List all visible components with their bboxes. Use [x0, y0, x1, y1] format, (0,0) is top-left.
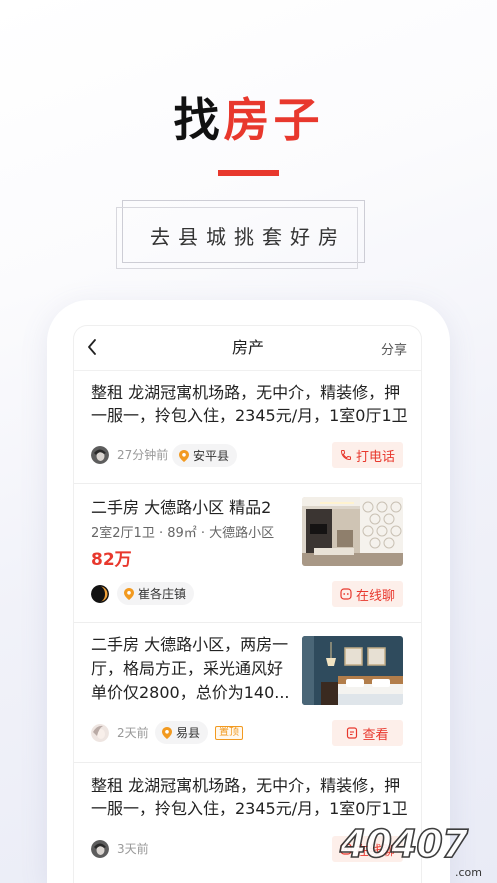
listing-text-line: 整租 龙湖冠寓机场路，无中介，精装修，押	[91, 776, 401, 795]
listing-title: 二手房 大德路小区 精品2	[91, 498, 272, 517]
post-time: 3天前	[117, 842, 149, 856]
hero-subtitle: 去县城挑套好房	[150, 225, 346, 249]
listing-card[interactable]: 二手房 大德路小区，两房一 厅，格局方正，采光通风好 单价仅2800，总价为14…	[74, 623, 421, 763]
pinned-badge: 置顶	[215, 726, 243, 740]
phone-icon	[340, 450, 351, 461]
hero-title-black: 找	[173, 93, 224, 147]
location-tag: 易县	[155, 721, 209, 744]
post-time: 27分钟前	[117, 448, 169, 462]
avatar[interactable]	[91, 446, 109, 464]
listing-photo[interactable]	[302, 497, 403, 566]
document-icon	[347, 727, 358, 739]
avatar[interactable]	[91, 840, 109, 858]
location-label: 安平县	[193, 449, 230, 463]
call-button[interactable]: 打电话	[332, 442, 403, 468]
share-button[interactable]: 分享	[381, 342, 407, 360]
listing-text-line: 二手房 大德路小区，两房一	[91, 635, 289, 654]
listing-details: 2室2厅1卫 · 89㎡ · 大德路小区	[91, 526, 275, 541]
watermark-logo: 40407	[339, 821, 469, 867]
avatar[interactable]	[91, 724, 109, 742]
listing-card[interactable]: 二手房 大德路小区 精品2 2室2厅1卫 · 89㎡ · 大德路小区 82万 崔…	[74, 484, 421, 623]
chat-button[interactable]: 在线聊	[332, 581, 403, 607]
view-button[interactable]: 查看	[332, 720, 403, 746]
hero-title: 找房子	[0, 94, 497, 146]
chevron-left-icon[interactable]	[87, 339, 97, 355]
location-pin-icon	[162, 726, 172, 739]
chat-button-label: 在线聊	[355, 588, 395, 604]
listing-text-line: 单价仅2800，总价为140...	[91, 683, 290, 702]
listing-photo[interactable]	[302, 636, 403, 705]
listing-text-line: 一服一，拎包入住，2345元/月，1室0厅1卫	[91, 406, 408, 425]
avatar[interactable]	[91, 585, 109, 603]
chat-icon	[340, 588, 352, 600]
call-button-label: 打电话	[355, 449, 395, 465]
listing-text-line: 一服一，拎包入住，2345元/月，1室0厅1卫	[91, 799, 408, 818]
location-pin-icon	[124, 587, 134, 600]
listing-price: 82万	[91, 550, 132, 570]
hero-underline	[218, 170, 279, 176]
watermark-suffix: .com	[455, 866, 482, 879]
hero-title-red: 房子	[223, 93, 324, 147]
location-tag: 崔各庄镇	[117, 582, 195, 605]
location-label: 崔各庄镇	[138, 587, 187, 601]
listing-text-line: 整租 龙湖冠寓机场路，无中介，精装修，押	[91, 383, 401, 402]
location-pin-icon	[179, 449, 189, 462]
post-time: 2天前	[117, 726, 149, 740]
listing-text-line: 厅，格局方正，采光通风好	[91, 659, 284, 678]
view-button-label: 查看	[362, 727, 389, 743]
location-tag: 安平县	[172, 444, 238, 467]
page-title: 房产	[231, 338, 264, 357]
location-label: 易县	[176, 726, 201, 740]
listing-card[interactable]: 整租 龙湖冠寓机场路，无中介，精装修，押 一服一，拎包入住，2345元/月，1室…	[74, 371, 421, 484]
